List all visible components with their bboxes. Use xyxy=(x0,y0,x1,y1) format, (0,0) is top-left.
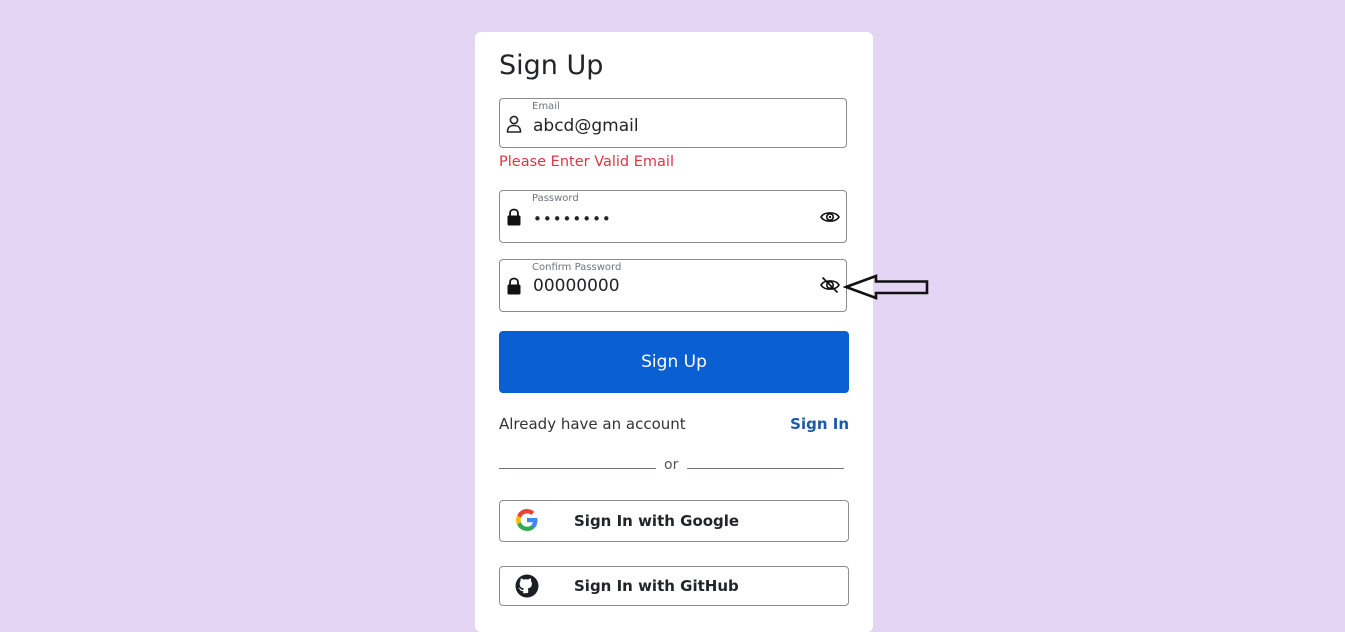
signup-card: Sign Up Email abcd@gmail Please Enter Va… xyxy=(475,32,873,632)
divider-or-text: or xyxy=(664,457,679,473)
confirm-password-value: 00000000 xyxy=(533,276,620,296)
sign-in-link[interactable]: Sign In xyxy=(790,414,849,434)
eye-slash-icon[interactable] xyxy=(820,276,840,294)
password-label: Password xyxy=(532,193,579,204)
google-button-label: Sign In with Google xyxy=(574,512,740,530)
divider-left xyxy=(499,468,656,469)
person-icon xyxy=(506,115,522,133)
github-button-label: Sign In with GitHub xyxy=(574,577,739,595)
email-field[interactable]: Email abcd@gmail xyxy=(499,98,847,148)
sign-up-button[interactable]: Sign Up xyxy=(499,331,849,393)
email-value: abcd@gmail xyxy=(533,116,639,136)
password-value: •••••••• xyxy=(533,210,612,228)
divider-right xyxy=(687,468,844,469)
lock-icon xyxy=(507,208,521,226)
github-sign-in-button[interactable]: Sign In with GitHub xyxy=(499,566,849,606)
annotation-arrow-icon xyxy=(843,274,929,300)
confirm-password-label: Confirm Password xyxy=(532,262,622,273)
lock-icon xyxy=(507,277,521,295)
password-field[interactable]: Password •••••••• xyxy=(499,190,847,243)
github-icon xyxy=(515,574,539,598)
confirm-password-field[interactable]: Confirm Password 00000000 xyxy=(499,259,847,312)
eye-icon[interactable] xyxy=(820,208,840,226)
email-error-message: Please Enter Valid Email xyxy=(499,154,674,170)
google-sign-in-button[interactable]: Sign In with Google xyxy=(499,500,849,542)
email-label: Email xyxy=(532,101,560,112)
account-prompt: Already have an account xyxy=(499,415,686,433)
page-title: Sign Up xyxy=(499,50,604,81)
google-icon xyxy=(516,509,538,531)
